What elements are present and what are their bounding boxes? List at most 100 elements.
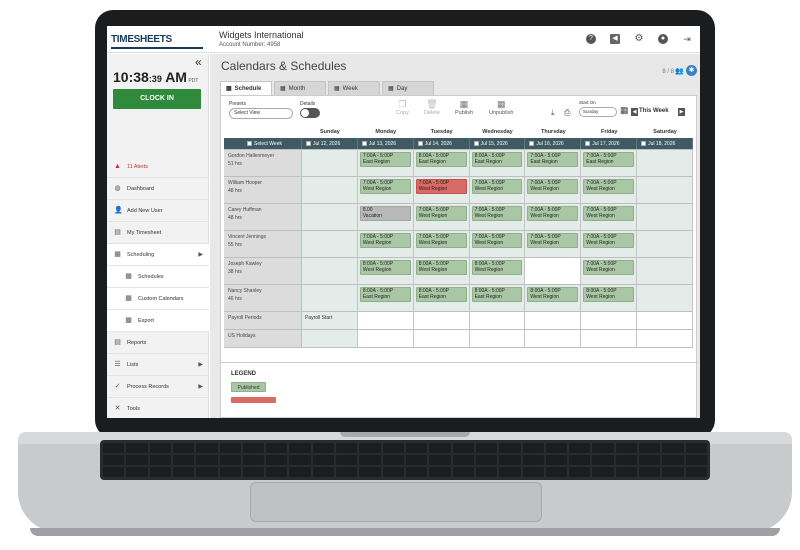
shift-block[interactable]: 8:00A - 5:00P East Region	[415, 287, 467, 302]
details-toggle[interactable]	[300, 108, 320, 118]
shift-block[interactable]: 7:00A - 5:00P East Region	[583, 152, 635, 167]
shift-block[interactable]: 8.00 Vacation	[359, 206, 411, 221]
delete-button[interactable]: 🗑 Delete	[424, 99, 440, 116]
schedule-cell[interactable]	[637, 204, 693, 230]
checkbox-icon[interactable]	[361, 141, 367, 146]
date-checkbox[interactable]: Jul 16, 2026	[525, 138, 582, 149]
schedule-cell[interactable]	[581, 330, 638, 347]
checkbox-icon[interactable]	[473, 141, 479, 146]
tab-schedule[interactable]: ▦ Schedule	[220, 81, 272, 95]
settings-icon[interactable]: ⚙	[634, 34, 644, 44]
schedule-cell[interactable]: 7:00A - 5:00P West Region	[581, 258, 638, 284]
schedule-cell[interactable]: 7:00A - 5:00P West Region	[581, 177, 638, 203]
shift-block[interactable]: 7:00A - 5:00P West Region	[583, 179, 635, 194]
checkbox-icon[interactable]	[585, 141, 591, 146]
shift-block[interactable]: 8:00A - 5:00P West Region	[359, 260, 411, 275]
shift-block[interactable]: 8:00A - 5:00P East Region	[471, 152, 523, 167]
employee-name-cell[interactable]: Gordon Hallenmeyer 51 hrs	[224, 150, 302, 176]
schedule-cell[interactable]	[357, 330, 414, 347]
app-logo[interactable]: TIMESHEETS	[111, 34, 172, 45]
sidebar-item-export[interactable]: ▦ Export	[107, 310, 209, 332]
shift-block[interactable]: 7:00A - 5:00P East Region	[359, 152, 411, 167]
employee-name-cell[interactable]: Joseph Kawley 38 hrs	[224, 258, 302, 284]
schedule-cell[interactable]: 8:00A - 5:00P West Region	[525, 285, 582, 311]
checkbox-icon[interactable]	[529, 141, 535, 146]
download-icon[interactable]: ⤓	[551, 108, 555, 118]
user-icon[interactable]: ●	[658, 34, 668, 44]
schedule-cell[interactable]	[637, 231, 693, 257]
checkbox-icon[interactable]	[417, 141, 423, 146]
schedule-cell[interactable]	[302, 204, 358, 230]
users-icon[interactable]: 👥	[675, 67, 684, 75]
schedule-cell[interactable]	[302, 177, 358, 203]
shift-block[interactable]: 7:00A - 5:00P West Region	[527, 206, 579, 221]
date-checkbox[interactable]: Jul 14, 2026	[414, 138, 470, 149]
schedule-cell[interactable]: 7:00A - 5:00P East Region	[357, 150, 414, 176]
next-week-button[interactable]: ▶	[678, 108, 685, 116]
schedule-cell[interactable]	[413, 330, 470, 347]
print-icon[interactable]: ⎙	[564, 108, 570, 118]
schedule-cell[interactable]: 7:00A - 5:00P West Region	[413, 231, 470, 257]
schedule-cell[interactable]: Payroll Start	[302, 312, 358, 329]
shift-block[interactable]: 7:00A - 5:00P West Region	[527, 233, 579, 248]
shift-block[interactable]: 7:00A - 5:00P West Region	[527, 179, 579, 194]
schedule-cell[interactable]	[637, 150, 693, 176]
sidebar-item-schedules[interactable]: ▦ Schedules	[107, 266, 209, 288]
shift-block[interactable]: 8:00A - 5:00P East Region	[471, 287, 523, 302]
schedule-cell[interactable]: 8:00A - 5:00P West Region	[413, 258, 470, 284]
start-on-select[interactable]: Sunday	[579, 107, 617, 117]
shift-block[interactable]: 8:00A - 5:00P West Region	[415, 260, 467, 275]
schedule-cell[interactable]: 8:00A - 5:00P West Region	[581, 285, 638, 311]
schedule-cell[interactable]: 7:00A - 5:00P West Region	[357, 231, 414, 257]
shift-block[interactable]: 7:00A - 5:00P West Region	[471, 179, 523, 194]
prev-week-button[interactable]: ◀	[631, 108, 638, 116]
schedule-cell[interactable]	[302, 231, 358, 257]
date-checkbox[interactable]: Jul 12, 2026	[302, 138, 358, 149]
schedule-cell[interactable]: 7:00A - 5:00P West Region	[581, 231, 638, 257]
sidebar-item-tools[interactable]: ✕ Tools	[107, 398, 209, 418]
schedule-cell[interactable]: 7:00A - 5:00P West Region	[469, 231, 526, 257]
sidebar-item-custom-calendars[interactable]: ▦ Custom Calendars	[107, 288, 209, 310]
date-checkbox[interactable]: Jul 13, 2026	[358, 138, 414, 149]
schedule-cell[interactable]: 8:00A - 5:00P East Region	[469, 285, 526, 311]
schedule-cell[interactable]	[302, 285, 358, 311]
schedule-cell[interactable]	[357, 312, 414, 329]
schedule-cell[interactable]: 8.00 Vacation	[357, 204, 414, 230]
employee-name-cell[interactable]: William Hooper 48 hrs	[224, 177, 302, 203]
schedule-cell[interactable]	[525, 312, 582, 329]
shift-block[interactable]: 8:00A - 5:00P East Region	[415, 152, 467, 167]
schedule-cell[interactable]: 7:00A - 5:00P East Region	[581, 150, 638, 176]
checkbox-icon[interactable]	[247, 141, 252, 146]
sidebar-item-process-records[interactable]: ✓ Process Records ▶	[107, 376, 209, 398]
shift-block[interactable]: 8:00A - 5:00P West Region	[471, 260, 523, 275]
schedule-cell[interactable]: 8:00A - 5:00P West Region	[357, 258, 414, 284]
schedule-cell[interactable]	[413, 312, 470, 329]
employee-name-cell[interactable]: Vincent Jennings 55 hrs	[224, 231, 302, 257]
date-checkbox[interactable]: Jul 18, 2026	[637, 138, 693, 149]
schedule-cell[interactable]: 7:00A - 5:00P West Region	[525, 204, 582, 230]
schedule-cell[interactable]: 7:00A - 5:00P West Region	[469, 204, 526, 230]
sidebar-item-dashboard[interactable]: ◍ Dashboard	[107, 178, 209, 200]
schedule-cell[interactable]: 8:00A - 5:00P West Region	[469, 258, 526, 284]
date-picker-icon[interactable]: ▦	[620, 105, 629, 116]
tab-month[interactable]: ▦ Month	[274, 81, 326, 95]
sidebar-item-my-timesheet[interactable]: ▤ My Timesheet	[107, 222, 209, 244]
schedule-cell[interactable]	[637, 258, 693, 284]
presets-select[interactable]: Select View	[229, 108, 293, 119]
schedule-cell[interactable]: 8:00A - 5:00P East Region	[469, 150, 526, 176]
sidebar-item-11-alerts[interactable]: ▲ 11 Alerts	[107, 156, 209, 178]
publish-button[interactable]: ▦ Publish	[455, 99, 473, 116]
shift-block[interactable]: 7:00A - 5:00P West Region	[583, 233, 635, 248]
schedule-cell[interactable]: 8:00A - 5:00P East Region	[413, 150, 470, 176]
copy-button[interactable]: ❐ Copy	[396, 99, 409, 116]
shift-block[interactable]: 7:00A - 5:00P West Region	[415, 206, 467, 221]
schedule-cell[interactable]	[469, 312, 526, 329]
schedule-cell[interactable]: 7:00A - 5:00P East Region	[525, 150, 582, 176]
logout-icon[interactable]: ⇥	[682, 34, 692, 44]
shift-block[interactable]: 7:00A - 5:00P East Region	[527, 152, 579, 167]
shift-block[interactable]: 8:00A - 5:00P East Region	[359, 287, 411, 302]
date-checkbox[interactable]: Jul 15, 2026	[470, 138, 526, 149]
schedule-cell[interactable]: 7:00A - 5:00P West Region	[413, 177, 470, 203]
schedule-cell[interactable]	[637, 312, 693, 329]
schedule-cell[interactable]	[525, 258, 582, 284]
